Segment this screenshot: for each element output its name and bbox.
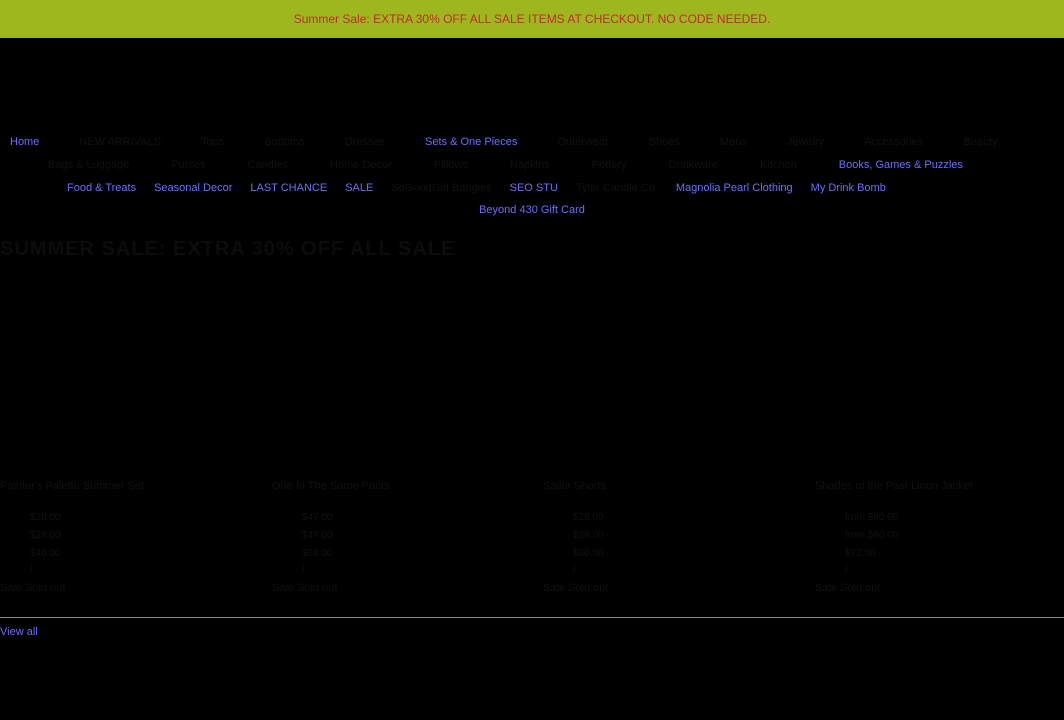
price-separator: / — [845, 564, 848, 575]
nav-link-home[interactable]: Home — [10, 134, 39, 150]
nav-link-pillows[interactable]: Pillows — [434, 157, 468, 173]
product-price: $60.00 — [573, 548, 604, 559]
nav-link-new-arrivals[interactable]: NEW ARRIVALS — [79, 134, 161, 150]
nav-link-tyler-candle-co[interactable]: Tyler Candle Co. — [576, 180, 658, 196]
nav-link-shoes[interactable]: Shoes — [649, 134, 680, 150]
product-title[interactable]: Painter's Palette Summer Set — [0, 480, 144, 492]
nav-link-sogoodgirl-bangles[interactable]: SoGoodGirl Bangles — [391, 180, 491, 196]
product-price: $68.00 — [302, 548, 333, 559]
product-price: $47.00 — [302, 530, 333, 541]
nav-row-1: Home NEW ARRIVALS Tops Bottoms Dresses Sets &… — [0, 134, 1064, 150]
nav-link-accessories[interactable]: Accessories — [864, 134, 923, 150]
product-price: $72.00 — [845, 548, 876, 559]
product-title[interactable]: Shades of the Past Linen Jacket — [815, 480, 973, 492]
product-price: from $80.00 — [845, 512, 899, 523]
nav-link-kitchen[interactable]: Kitchen — [760, 157, 797, 173]
nav-row-3: Food & Treats Seasonal Decor LAST CHANCE SA… — [0, 180, 1064, 196]
nav-link-bottoms[interactable]: Bottoms — [264, 134, 304, 150]
nav-link-sale[interactable]: SALE — [345, 180, 373, 196]
nav-link-jewelry[interactable]: Jewelry — [787, 134, 824, 150]
product-grid: Painter's Palette Summer Set $28.00 $28.… — [0, 480, 1064, 600]
price-separator: / — [302, 564, 305, 575]
section-divider — [0, 617, 1064, 618]
nav-row-2: Bags & Luggage Purses Candles Home Decor Pil… — [0, 157, 1064, 173]
nav-row-4: Beyond 430 Gift Card — [0, 202, 1064, 218]
nav-link-tops[interactable]: Tops — [201, 134, 224, 150]
nav-link-books-games-puzzles[interactable]: Books, Games & Puzzles — [839, 157, 963, 173]
price-separator: / — [30, 564, 33, 575]
product-price: from $80.00 — [845, 530, 899, 541]
nav-link-purses[interactable]: Purses — [171, 157, 205, 173]
nav-link-seasonal-decor[interactable]: Seasonal Decor — [154, 180, 232, 196]
nav-link-napkins[interactable]: Napkins — [510, 157, 550, 173]
product-price: $40.00 — [30, 548, 61, 559]
nav-link-dresses[interactable]: Dresses — [345, 134, 385, 150]
nav-link-bags-luggage[interactable]: Bags & Luggage — [48, 157, 129, 173]
product-badge: Sale Sold out — [0, 582, 66, 594]
product-title[interactable]: Sailor Shorts — [543, 480, 606, 492]
nav-link-food-treats[interactable]: Food & Treats — [67, 180, 136, 196]
view-all-link[interactable]: View all — [0, 626, 38, 638]
nav-link-beyond-430-gift-card[interactable]: Beyond 430 Gift Card — [479, 202, 585, 218]
product-badge: Sale Sold out — [815, 582, 881, 594]
nav-link-last-chance[interactable]: LAST CHANCE — [250, 180, 327, 196]
nav-link-magnolia-pearl-clothing[interactable]: Magnolia Pearl Clothing — [676, 180, 793, 196]
product-badge: Sale Sold out — [543, 582, 609, 594]
product-title[interactable]: One In The Same Pants — [272, 480, 390, 492]
announcement-bar: Summer Sale: EXTRA 30% OFF ALL SALE ITEM… — [0, 0, 1064, 38]
announcement-text: Summer Sale: EXTRA 30% OFF ALL SALE ITEM… — [293, 12, 771, 26]
product-price: $28.00 — [30, 512, 61, 523]
nav-link-candles[interactable]: Candles — [248, 157, 288, 173]
product-price: $47.00 — [302, 512, 333, 523]
nav-link-sets-one-pieces[interactable]: Sets & One Pieces — [425, 134, 517, 150]
product-badge: Sale Sold out — [272, 582, 338, 594]
nav-link-outerwear[interactable]: Outerwear — [557, 134, 608, 150]
collection-title: SUMMER SALE: EXTRA 30% OFF ALL SALE — [0, 238, 456, 260]
nav-link-mens[interactable]: Mens — [720, 134, 747, 150]
product-price: $28.00 — [30, 530, 61, 541]
price-separator: / — [573, 564, 576, 575]
nav-link-my-drink-bomb[interactable]: My Drink Bomb — [811, 180, 886, 196]
nav-link-home-decor[interactable]: Home Decor — [330, 157, 392, 173]
product-price: $28.00 — [573, 530, 604, 541]
nav-link-drinkware[interactable]: Drinkware — [669, 157, 719, 173]
product-price: $28.00 — [573, 512, 604, 523]
nav-link-beauty[interactable]: Beauty — [963, 134, 997, 150]
nav-link-pottery[interactable]: Pottery — [592, 157, 627, 173]
nav-link-seo-stu[interactable]: SEO STU — [510, 180, 558, 196]
